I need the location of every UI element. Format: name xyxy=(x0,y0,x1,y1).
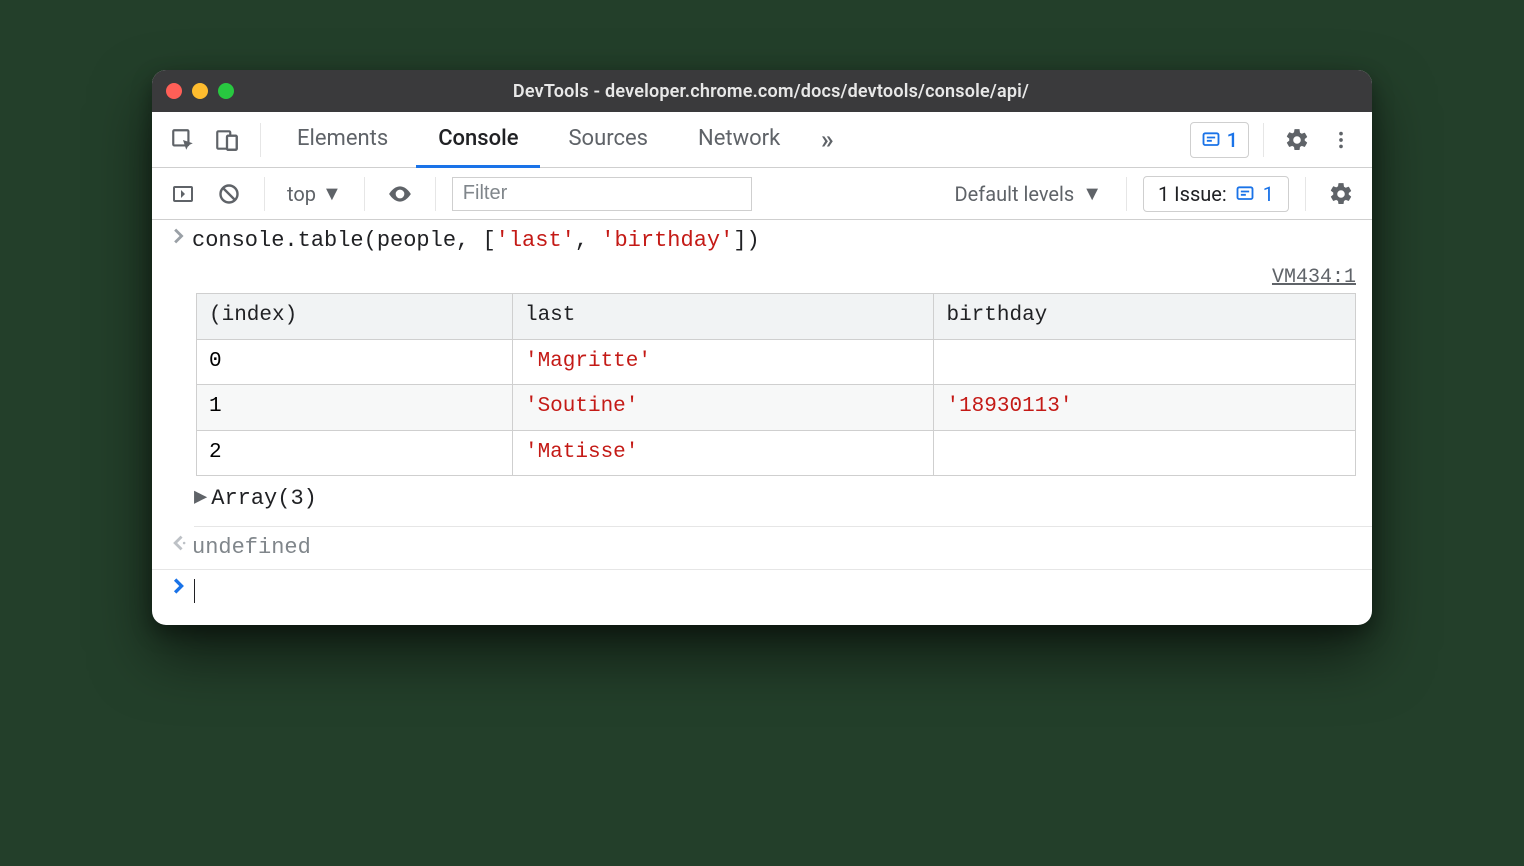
console-output: console.table(people, ['last', 'birthday… xyxy=(152,220,1372,625)
devtools-tabstrip: Elements Console Sources Network » 1 xyxy=(152,112,1372,168)
console-toolbar: top ▼ Default levels ▼ 1 Issue: 1 xyxy=(152,168,1372,220)
log-levels-selector[interactable]: Default levels ▼ xyxy=(947,181,1110,206)
window-titlebar: DevTools - developer.chrome.com/docs/dev… xyxy=(152,70,1372,112)
chevron-down-icon: ▼ xyxy=(1082,181,1102,206)
device-toolbar-icon[interactable] xyxy=(208,121,246,159)
issues-badge-count: 1 xyxy=(1227,128,1238,152)
table-header-row: (index) last birthday xyxy=(197,294,1356,340)
separator xyxy=(1305,177,1306,211)
separator xyxy=(435,177,436,211)
console-return-row: undefined xyxy=(152,527,1372,570)
input-chevron-icon xyxy=(166,224,192,245)
execution-context-label: top xyxy=(287,182,316,206)
table-header-last[interactable]: last xyxy=(512,294,934,340)
table-cell-index: 0 xyxy=(197,339,513,385)
live-expression-eye-icon[interactable] xyxy=(381,175,419,213)
window-title: DevTools - developer.chrome.com/docs/dev… xyxy=(184,81,1358,102)
table-cell-last: 'Matisse' xyxy=(512,430,934,476)
table-cell-birthday: '18930113' xyxy=(934,385,1356,431)
issues-count: 1 xyxy=(1263,182,1274,206)
table-cell-last: 'Magritte' xyxy=(512,339,934,385)
table-row: 2 'Matisse' xyxy=(197,430,1356,476)
issues-label: 1 Issue: xyxy=(1158,182,1227,206)
table-cell-index: 1 xyxy=(197,385,513,431)
tab-sources[interactable]: Sources xyxy=(546,112,670,168)
tab-network[interactable]: Network xyxy=(676,112,802,168)
table-cell-birthday xyxy=(934,430,1356,476)
more-tabs-icon[interactable]: » xyxy=(808,121,846,159)
expand-triangle-icon[interactable]: ▶ xyxy=(194,481,207,515)
execution-context-selector[interactable]: top ▼ xyxy=(281,181,348,206)
settings-gear-icon[interactable] xyxy=(1278,121,1316,159)
separator xyxy=(264,177,265,211)
console-command-text[interactable]: console.table(people, ['last', 'birthday… xyxy=(192,224,1362,258)
chevron-down-icon: ▼ xyxy=(322,181,342,206)
table-header-birthday[interactable]: birthday xyxy=(934,294,1356,340)
devtools-window: DevTools - developer.chrome.com/docs/dev… xyxy=(152,70,1372,625)
console-settings-gear-icon[interactable] xyxy=(1322,175,1360,213)
text-caret xyxy=(194,579,195,603)
separator xyxy=(364,177,365,211)
table-header-index[interactable]: (index) xyxy=(197,294,513,340)
tab-elements[interactable]: Elements xyxy=(275,112,410,168)
array-summary[interactable]: Array(3) xyxy=(211,482,317,516)
console-prompt-row[interactable] xyxy=(152,570,1372,624)
return-value: undefined xyxy=(192,531,1362,565)
separator xyxy=(1126,177,1127,211)
prompt-chevron-icon xyxy=(166,574,192,595)
table-cell-last: 'Soutine' xyxy=(512,385,934,431)
inspect-element-icon[interactable] xyxy=(164,121,202,159)
clear-console-icon[interactable] xyxy=(210,175,248,213)
log-levels-label: Default levels xyxy=(955,182,1075,206)
table-row: 0 'Magritte' xyxy=(197,339,1356,385)
separator xyxy=(1263,123,1264,157)
console-input[interactable] xyxy=(192,574,1362,608)
table-row: 1 'Soutine' '18930113' xyxy=(197,385,1356,431)
output-chevron-icon xyxy=(166,531,192,552)
source-link[interactable]: VM434:1 xyxy=(152,262,1372,293)
console-input-echo: console.table(people, ['last', 'birthday… xyxy=(152,220,1372,262)
table-cell-birthday xyxy=(934,339,1356,385)
close-window-button[interactable] xyxy=(166,83,182,99)
kebab-menu-icon[interactable] xyxy=(1322,121,1360,159)
issues-badge[interactable]: 1 xyxy=(1190,122,1249,158)
issues-button[interactable]: 1 Issue: 1 xyxy=(1143,176,1289,212)
tab-console[interactable]: Console xyxy=(416,112,540,168)
filter-input[interactable] xyxy=(452,177,752,211)
separator xyxy=(260,123,261,157)
console-table: (index) last birthday 0 'Magritte' 1 'So… xyxy=(196,293,1356,476)
table-cell-index: 2 xyxy=(197,430,513,476)
toggle-sidebar-icon[interactable] xyxy=(164,175,202,213)
